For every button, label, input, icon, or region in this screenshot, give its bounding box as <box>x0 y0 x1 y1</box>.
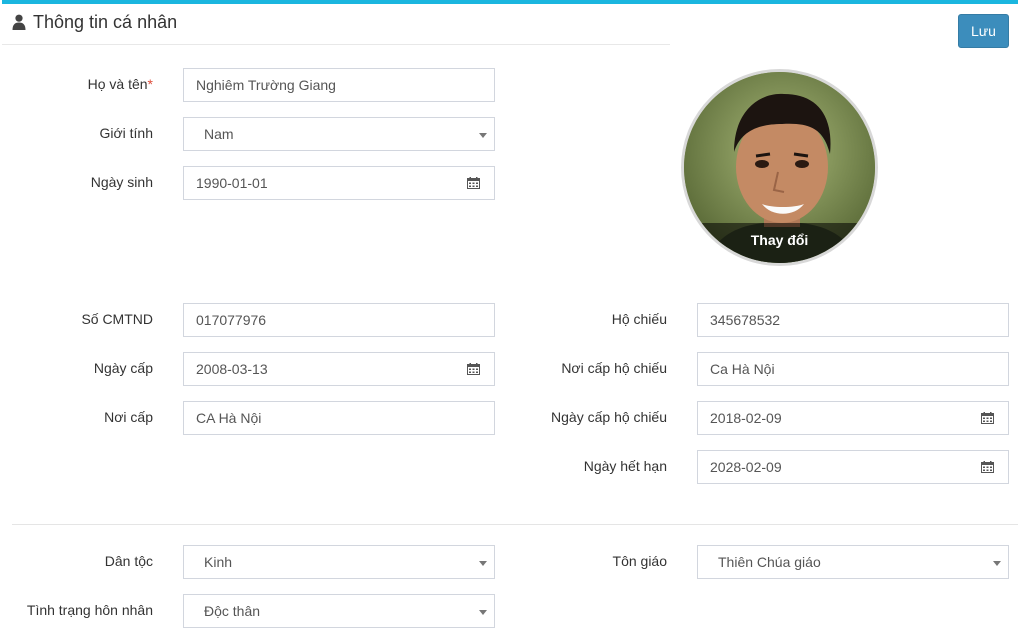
ethnicity-value: Kinh <box>204 554 233 570</box>
gender-value: Nam <box>204 126 234 142</box>
id-issue-date-value: 2008-03-13 <box>196 361 268 377</box>
calendar-icon[interactable] <box>467 363 480 375</box>
calendar-icon[interactable] <box>467 177 480 189</box>
passport-number-value: 345678532 <box>710 312 781 328</box>
full-name-label-text: Họ và tên <box>87 76 148 92</box>
section-divider <box>12 524 1018 525</box>
passport-expiry-input[interactable]: 2028-02-09 <box>697 450 1009 484</box>
caret-down-icon <box>993 561 1001 566</box>
dob-value: 1990-01-01 <box>196 175 268 191</box>
calendar-icon[interactable] <box>981 461 994 473</box>
gender-label: Giới tính <box>99 125 153 141</box>
save-button[interactable]: Lưu <box>958 14 1009 48</box>
religion-select[interactable]: Thiên Chúa giáo <box>697 545 1009 579</box>
passport-expiry-label: Ngày hết hạn <box>583 458 667 474</box>
change-avatar-button[interactable]: Thay đổi <box>684 223 875 263</box>
avatar[interactable]: Thay đổi <box>681 69 878 266</box>
passport-issue-date-input[interactable]: 2018-02-09 <box>697 401 1009 435</box>
id-issue-place-label: Nơi cấp <box>104 409 153 425</box>
page-title: Thông tin cá nhân <box>33 12 178 32</box>
marital-status-label: Tình trạng hôn nhân <box>26 602 153 618</box>
passport-issue-date-value: 2018-02-09 <box>710 410 782 426</box>
passport-issue-date-label: Ngày cấp hộ chiếu <box>551 409 667 425</box>
id-issue-place-value: CA Hà Nội <box>196 410 262 426</box>
gender-select[interactable]: Nam <box>183 117 495 151</box>
id-number-label: Số CMTND <box>81 311 153 327</box>
full-name-value: Nghiêm Trường Giang <box>196 77 336 93</box>
passport-number-label: Hộ chiếu <box>611 311 667 327</box>
user-icon <box>12 14 26 30</box>
caret-down-icon <box>479 133 487 138</box>
ethnicity-label: Dân tộc <box>104 553 153 569</box>
marital-status-value: Độc thân <box>204 603 261 619</box>
id-issue-place-input[interactable]: CA Hà Nội <box>183 401 495 435</box>
id-issue-date-label: Ngày cấp <box>93 360 153 376</box>
dob-input[interactable]: 1990-01-01 <box>183 166 495 200</box>
passport-issue-place-input[interactable]: Ca Hà Nội <box>697 352 1009 386</box>
caret-down-icon <box>479 610 487 615</box>
caret-down-icon <box>479 561 487 566</box>
full-name-input[interactable]: Nghiêm Trường Giang <box>183 68 495 102</box>
id-number-input[interactable]: 017077976 <box>183 303 495 337</box>
passport-issue-place-value: Ca Hà Nội <box>710 361 775 377</box>
passport-expiry-value: 2028-02-09 <box>710 459 782 475</box>
passport-number-input[interactable]: 345678532 <box>697 303 1009 337</box>
id-issue-date-input[interactable]: 2008-03-13 <box>183 352 495 386</box>
religion-label: Tôn giáo <box>612 553 667 569</box>
ethnicity-select[interactable]: Kinh <box>183 545 495 579</box>
calendar-icon[interactable] <box>981 412 994 424</box>
religion-value: Thiên Chúa giáo <box>718 554 821 570</box>
required-marker: * <box>147 76 153 92</box>
full-name-label: Họ và tên* <box>88 76 153 92</box>
dob-label: Ngày sinh <box>90 174 153 190</box>
marital-status-select[interactable]: Độc thân <box>183 594 495 628</box>
passport-issue-place-label: Nơi cấp hộ chiếu <box>561 360 667 376</box>
panel-header: Thông tin cá nhân <box>2 4 670 45</box>
id-number-value: 017077976 <box>196 312 267 328</box>
